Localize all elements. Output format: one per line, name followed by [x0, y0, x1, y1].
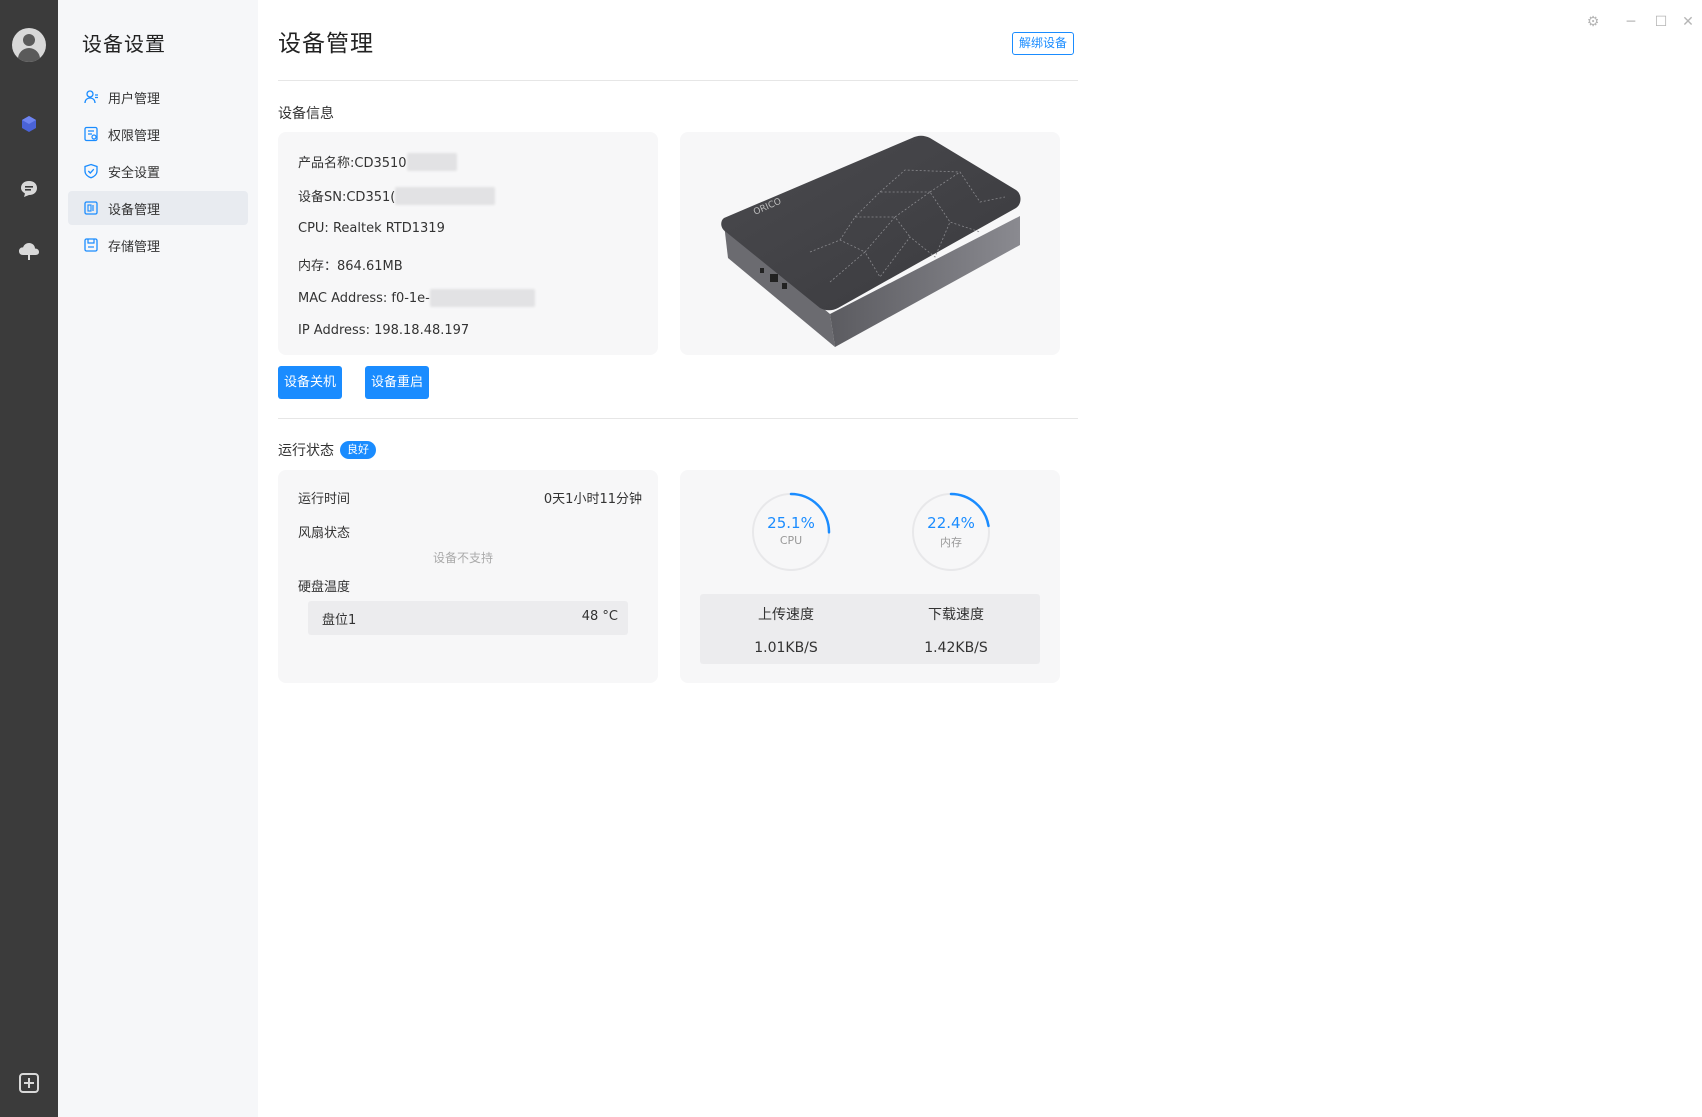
- run-status-card: 运行时间 0天1小时11分钟 风扇状态 设备不支持 硬盘温度 盘位1 48 °C: [278, 470, 658, 683]
- nas-device-image: ORICO: [721, 135, 1021, 347]
- fan-label: 风扇状态: [298, 526, 351, 541]
- cpu-label: CPU: [779, 534, 803, 547]
- storage-icon: [82, 236, 100, 254]
- minimize-button[interactable]: ─: [1621, 12, 1641, 32]
- download-label: 下载速度: [928, 607, 984, 623]
- shield-icon: [82, 162, 100, 180]
- page-title: 设备管理: [278, 31, 374, 57]
- settings-icon[interactable]: ⚙: [1583, 12, 1603, 32]
- divider: [278, 80, 1078, 81]
- permission-icon: [82, 125, 100, 143]
- device-icon: [82, 199, 100, 217]
- device-image-card: ORICO: [680, 132, 1060, 355]
- avatar[interactable]: [0, 28, 58, 62]
- device-info-card: 产品名称:CD3510 设备SN:CD351( CPU: Realtek RTD…: [278, 132, 658, 355]
- status-badge: 良好: [340, 441, 376, 459]
- sidebar-item-device[interactable]: 设备管理: [68, 191, 248, 225]
- memory-label: 内存: [940, 536, 962, 549]
- reboot-button[interactable]: 设备重启: [365, 366, 430, 399]
- redacted-value: [395, 186, 496, 205]
- product-name-text: 产品名称:CD3510: [298, 156, 407, 171]
- divider: [278, 418, 1078, 419]
- disk-temp: 48 °C: [581, 609, 618, 624]
- close-button[interactable]: ✕: [1678, 12, 1698, 32]
- memory-info: 内存：864.61MB: [298, 259, 403, 274]
- upload-label: 上传速度: [758, 607, 814, 623]
- usage-card: 25.1% CPU 22.4% 内存 上传速度 1.01KB/S 下载速度 1.…: [680, 470, 1060, 683]
- run-status-title: 运行状态 良好: [278, 440, 376, 460]
- sidebar-item-users[interactable]: 用户管理: [68, 80, 248, 114]
- add-box-icon[interactable]: [0, 1072, 58, 1094]
- sidebar-item-permissions[interactable]: 权限管理: [68, 117, 248, 151]
- cube-icon[interactable]: [0, 114, 58, 134]
- shutdown-button[interactable]: 设备关机: [278, 366, 343, 399]
- section-title-text: 运行状态: [278, 443, 334, 459]
- memory-percent: 22.4%: [927, 514, 975, 532]
- sidebar-item-label: 权限管理: [108, 128, 161, 144]
- download-value: 1.42KB/S: [924, 640, 988, 656]
- disk-name: 盘位1: [322, 613, 357, 628]
- redacted-value: [406, 152, 457, 171]
- app-rail: [0, 0, 58, 1117]
- memory-gauge: 22.4% 内存: [909, 490, 993, 574]
- device-info-title: 设备信息: [278, 103, 334, 123]
- sidebar-item-storage[interactable]: 存储管理: [68, 228, 248, 262]
- redacted-value: [429, 289, 535, 307]
- device-sn: 设备SN:CD351(: [298, 186, 496, 205]
- ip-address: IP Address: 198.18.48.197: [298, 323, 470, 338]
- maximize-button[interactable]: ☐: [1651, 12, 1671, 32]
- sidebar-item-label: 存储管理: [108, 239, 161, 255]
- cpu-gauge: 25.1% CPU: [749, 490, 833, 574]
- sidebar-item-label: 安全设置: [108, 165, 161, 181]
- uptime-value: 0天1小时11分钟: [543, 492, 642, 507]
- upload-value: 1.01KB/S: [754, 640, 818, 656]
- settings-sidebar: 设备设置 用户管理 权限管理 安全设置 设备管理 存储管理: [58, 0, 258, 1117]
- cpu-percent: 25.1%: [767, 514, 815, 532]
- chat-icon[interactable]: [0, 178, 58, 200]
- mac-address-text: MAC Address: f0-1e-: [298, 290, 430, 306]
- cloud-icon[interactable]: [0, 240, 58, 262]
- section-title-text: 设备信息: [278, 106, 334, 122]
- disk-temp-label: 硬盘温度: [298, 580, 351, 595]
- app-window: ⚙ ─ ☐ ✕ 设备设置 用户管理 权限管理 安全设置 设备管理 存储管理 设备…: [0, 0, 1702, 1117]
- sidebar-menu: 用户管理 权限管理 安全设置 设备管理 存储管理: [68, 80, 248, 265]
- sidebar-title: 设备设置: [82, 32, 166, 56]
- fan-value: 设备不支持: [433, 551, 494, 565]
- cpu-info: CPU: Realtek RTD1319: [298, 221, 445, 236]
- unbind-device-button[interactable]: 解绑设备: [1012, 32, 1075, 55]
- uptime-label: 运行时间: [298, 492, 351, 507]
- disk-temp-row: 盘位1 48 °C: [308, 601, 628, 635]
- mac-address: MAC Address: f0-1e-: [298, 289, 535, 307]
- sidebar-item-label: 用户管理: [108, 91, 161, 107]
- user-icon: [82, 88, 100, 106]
- device-sn-text: 设备SN:CD351(: [298, 190, 396, 205]
- network-speed-box: 上传速度 1.01KB/S 下载速度 1.42KB/S: [700, 594, 1040, 664]
- sidebar-item-security[interactable]: 安全设置: [68, 154, 248, 188]
- sidebar-item-label: 设备管理: [108, 202, 161, 218]
- product-name: 产品名称:CD3510: [298, 152, 457, 171]
